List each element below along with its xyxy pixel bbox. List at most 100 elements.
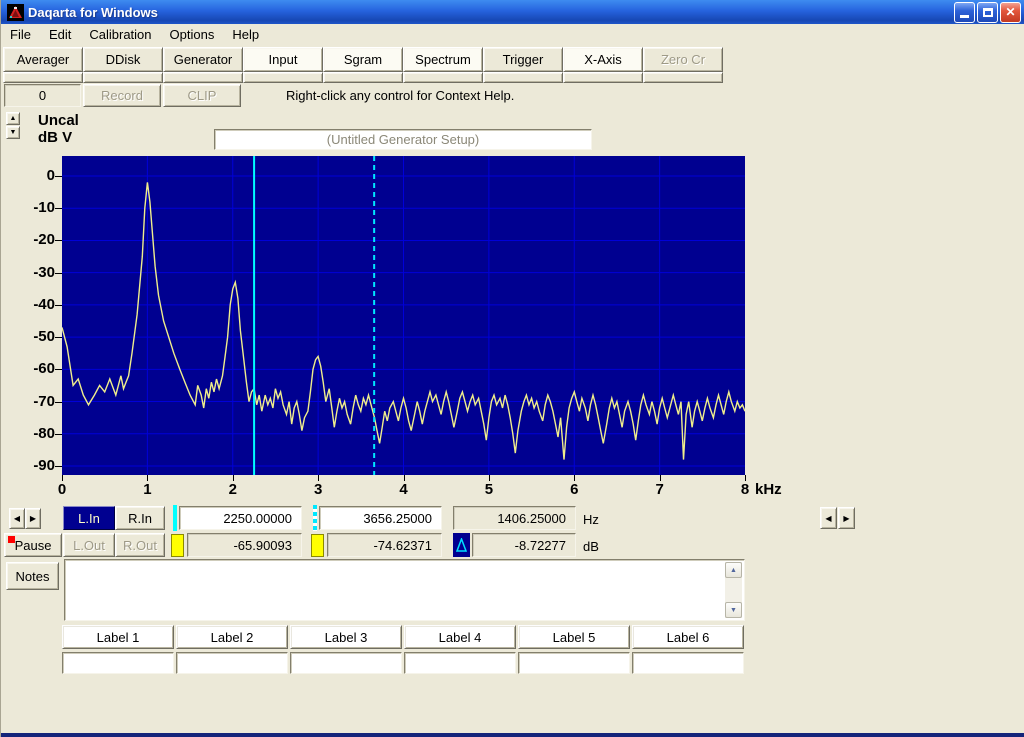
label-1-field[interactable] xyxy=(62,652,174,674)
spectrum-plot-canvas[interactable] xyxy=(62,156,745,475)
tab-input[interactable]: Input xyxy=(243,47,323,72)
label-4-button[interactable]: Label 4 xyxy=(404,625,516,649)
y-tick-mark xyxy=(55,208,62,209)
tab-indicator-strip xyxy=(323,72,403,83)
x-tick-mark xyxy=(489,475,490,481)
y-tick-label: -80 xyxy=(13,425,55,442)
menu-options[interactable]: Options xyxy=(161,25,224,44)
left-out-channel-button: L.Out xyxy=(63,533,115,557)
record-button: Record xyxy=(83,84,161,107)
notes-button[interactable]: Notes xyxy=(6,562,59,590)
label-6-field[interactable] xyxy=(632,652,744,674)
delta-icon xyxy=(453,533,470,557)
tab-indicator-strip xyxy=(83,72,163,83)
x-tick-label: 0 xyxy=(42,481,82,498)
context-help-text: Right-click any control for Context Help… xyxy=(286,88,514,103)
spectrum-plot[interactable] xyxy=(62,156,745,475)
tab-sgram[interactable]: Sgram xyxy=(323,47,403,72)
y-axis-up-spinner[interactable]: ▲ xyxy=(6,112,20,125)
y-tick-label: -90 xyxy=(13,457,55,474)
y-tick-label: 0 xyxy=(13,167,55,184)
cursor-step-right-button[interactable]: ▶ xyxy=(25,508,41,529)
tab-indicator-strip xyxy=(163,72,243,83)
menu-file[interactable]: File xyxy=(1,25,40,44)
y-tick-label: -40 xyxy=(13,296,55,313)
average-count-field[interactable]: 0 xyxy=(4,84,81,107)
title-bar: Daqarta for Windows ✕ xyxy=(1,0,1024,24)
tab-ddisk[interactable]: DDisk xyxy=(83,47,163,72)
scroll-up-icon[interactable]: ▲ xyxy=(725,562,742,578)
tab-generator[interactable]: Generator xyxy=(163,47,243,72)
label-5-button[interactable]: Label 5 xyxy=(518,625,630,649)
solid-cursor-level-swatch xyxy=(171,534,184,557)
x-tick-mark xyxy=(233,475,234,481)
app-window: Daqarta for Windows ✕ File Edit Calibrat… xyxy=(0,0,1024,737)
x-tick-label: 2 xyxy=(213,481,253,498)
menu-help[interactable]: Help xyxy=(223,25,268,44)
tab-spectrum[interactable]: Spectrum xyxy=(403,47,483,72)
generator-setup-title[interactable]: (Untitled Generator Setup) xyxy=(214,129,592,150)
window-bottom-border xyxy=(1,733,1024,737)
y-axis-down-spinner[interactable]: ▼ xyxy=(6,126,20,139)
y-tick-mark xyxy=(55,466,62,467)
label-6-button[interactable]: Label 6 xyxy=(632,625,744,649)
label-2-button[interactable]: Label 2 xyxy=(176,625,288,649)
daqarta-app-icon[interactable] xyxy=(7,4,24,21)
y-units-label: dB V xyxy=(38,129,72,146)
pause-active-indicator xyxy=(8,536,15,543)
tab-trigger[interactable]: Trigger xyxy=(483,47,563,72)
close-button[interactable]: ✕ xyxy=(1000,2,1021,23)
window-title: Daqarta for Windows xyxy=(28,5,952,20)
label-5-field[interactable] xyxy=(518,652,630,674)
label-3-field[interactable] xyxy=(290,652,402,674)
x-tick-mark xyxy=(318,475,319,481)
minimize-button[interactable] xyxy=(954,2,975,23)
notes-scrollbar[interactable]: ▲ ▼ xyxy=(725,562,742,618)
y-tick-mark xyxy=(55,305,62,306)
y-tick-mark xyxy=(55,273,62,274)
label-1-button[interactable]: Label 1 xyxy=(62,625,174,649)
y-tick-mark xyxy=(55,369,62,370)
maximize-button[interactable] xyxy=(977,2,998,23)
left-in-channel-button[interactable]: L.In xyxy=(63,506,115,530)
dashed-cursor-frequency-field[interactable]: 3656.25000 xyxy=(319,506,442,530)
y-tick-label: -70 xyxy=(13,393,55,410)
solid-cursor-level-field: -65.90093 xyxy=(187,533,302,557)
menu-calibration[interactable]: Calibration xyxy=(80,25,160,44)
tab-x-axis[interactable]: X-Axis xyxy=(563,47,643,72)
x-tick-mark xyxy=(404,475,405,481)
menu-bar: File Edit Calibration Options Help xyxy=(1,24,1024,45)
y-tick-mark xyxy=(55,176,62,177)
hz-unit-label: Hz xyxy=(583,512,599,527)
y-tick-label: -10 xyxy=(13,199,55,216)
tab-indicator-strip xyxy=(243,72,323,83)
tab-indicator-strip xyxy=(563,72,643,83)
y-tick-mark xyxy=(55,402,62,403)
x-tick-label: 8 xyxy=(725,481,765,498)
solid-cursor-frequency-field[interactable]: 2250.00000 xyxy=(179,506,302,530)
label-3-button[interactable]: Label 3 xyxy=(290,625,402,649)
x-tick-mark xyxy=(147,475,148,481)
menu-edit[interactable]: Edit xyxy=(40,25,80,44)
trace-step-right-button[interactable]: ▶ xyxy=(838,507,855,529)
x-axis-unit-label: kHz xyxy=(755,481,782,498)
notes-panel: ▲ ▼ xyxy=(64,559,745,621)
x-tick-mark xyxy=(660,475,661,481)
x-tick-label: 4 xyxy=(384,481,424,498)
pause-button[interactable]: Pause xyxy=(4,533,62,557)
label-2-field[interactable] xyxy=(176,652,288,674)
dashed-cursor-indicator xyxy=(313,505,317,531)
tab-averager[interactable]: Averager xyxy=(3,47,83,72)
scroll-down-icon[interactable]: ▼ xyxy=(725,602,742,618)
right-out-channel-button: R.Out xyxy=(115,533,165,557)
trace-step-left-button[interactable]: ◀ xyxy=(820,507,837,529)
right-in-channel-button[interactable]: R.In xyxy=(115,506,165,530)
y-tick-label: -20 xyxy=(13,231,55,248)
y-tick-label: -50 xyxy=(13,328,55,345)
notes-input[interactable] xyxy=(67,562,727,618)
label-4-field[interactable] xyxy=(404,652,516,674)
x-tick-label: 6 xyxy=(554,481,594,498)
cursor-step-left-button[interactable]: ◀ xyxy=(9,508,25,529)
x-tick-mark xyxy=(574,475,575,481)
db-unit-label: dB xyxy=(583,539,599,554)
